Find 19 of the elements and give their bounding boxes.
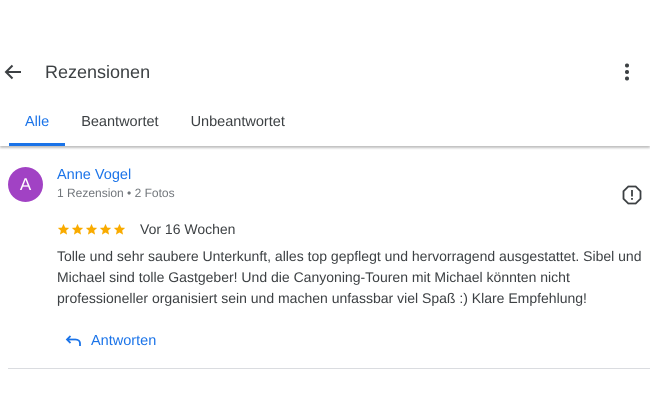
reviewer-meta: 1 Rezension • 2 Fotos [57,185,175,202]
filter-tab[interactable]: Alle [9,98,66,146]
review-date: Vor 16 Wochen [140,221,236,237]
review-text: Tolle und sehr saubere Unterkunft, alles top gepflegt und hervorragend ausgestattet. Sibel und Michael sind tolle Gastgeber! Und die Canyoning-Touren mit Michael könnten nicht professioneller organisiert sein und machen unfassbar viel Spaß :) Klare Empfehlung! [57,247,642,308]
star-icon [85,222,98,236]
page-title: Rezensionen [45,62,152,82]
reviewer-name[interactable]: Anne Vogel [57,166,132,184]
star-icon [71,222,84,236]
avatar: A [8,167,43,202]
reply-button[interactable]: Antworten [65,329,156,353]
reply-icon [65,335,81,347]
star-icon [113,222,126,236]
alert-icon[interactable] [622,185,642,205]
filter-tab[interactable]: Beantwortet [65,98,175,146]
star-icon [99,222,112,236]
back-icon[interactable] [4,64,22,80]
filter-tab[interactable]: Unbeantwortet [174,98,301,146]
more-icon[interactable] [624,63,630,81]
star-icon [57,222,70,236]
